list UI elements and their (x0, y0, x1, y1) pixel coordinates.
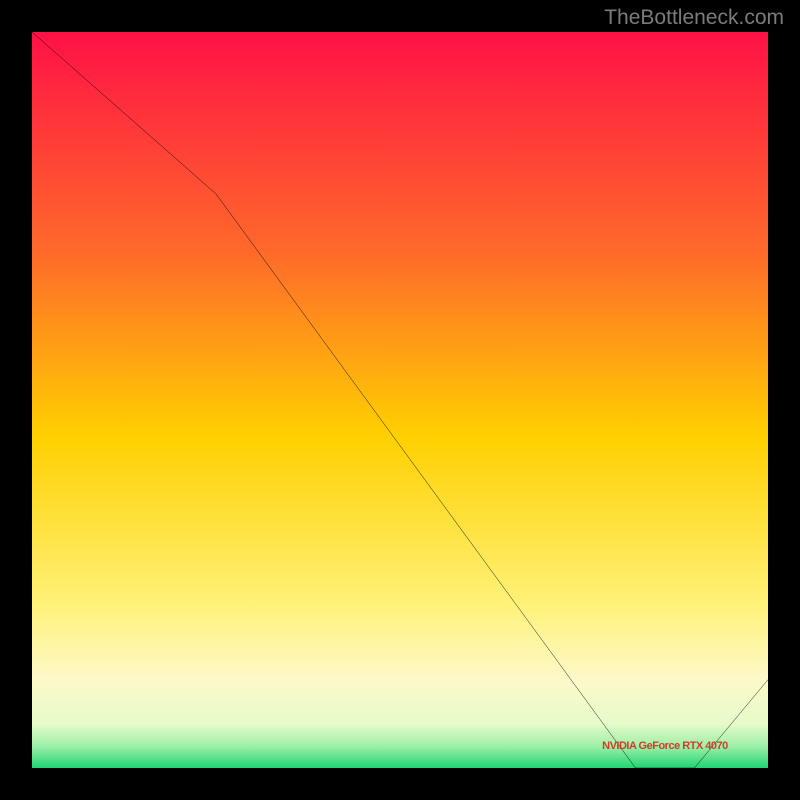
bottleneck-curve (32, 32, 768, 768)
optimal-gpu-label: NVIDIA GeForce RTX 4070 (602, 740, 728, 752)
watermark-label: TheBottleneck.com (604, 6, 784, 30)
plot-area: NVIDIA GeForce RTX 4070 (32, 32, 768, 768)
chart-frame: TheBottleneck.com NVIDIA GeForce RTX 407… (0, 0, 800, 800)
